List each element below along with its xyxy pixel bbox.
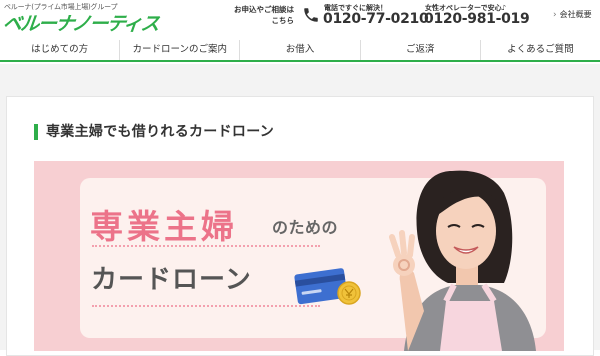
woman-illustration [389,170,536,351]
phone-icon [304,8,318,22]
contact-label: お申込やご相談は こちら [232,4,294,26]
banner-main-text: 専業主婦 [90,207,238,246]
global-nav: はじめての方 カードローンのご案内 お借入 ご返済 よくあるご質問 [0,40,600,62]
nav-item-faq[interactable]: よくあるご質問 [479,40,600,60]
nav-item-card-loan-info[interactable]: カードローンのご案内 [119,40,239,60]
credit-card-icon [294,268,361,305]
banner-divider-bottom [92,305,320,307]
contact-label-line1: お申込やご相談は [234,5,294,14]
hero-banner: 専業主婦 のための カードローン [34,161,564,351]
chevron-right-icon: › [553,10,557,20]
banner-sub-text: カードローン [91,265,252,295]
nav-item-beginners[interactable]: はじめての方 [0,40,119,60]
site-logo[interactable]: ベルーナノーティス [2,9,160,36]
company-info-label: 会社概要 [559,10,592,19]
company-info-link[interactable]: › 会社概要 [553,9,592,20]
phone2-number-link[interactable]: 0120-981-019 [424,11,530,27]
banner-divider-top [92,245,320,247]
contact-label-line2: こちら [271,16,295,25]
nav-item-borrowing[interactable]: お借入 [239,40,359,60]
site-header: ベルーナ(プライム市場上場)グループ ベルーナノーティス お申込やご相談は こち… [0,0,600,40]
phone1-number-link[interactable]: 0120-77-0210 [323,11,429,27]
nav-item-repayment[interactable]: ご返済 [359,40,480,60]
banner-suffix-text: のための [272,218,339,237]
page-title: 専業主婦でも借りれるカードローン [34,124,274,140]
